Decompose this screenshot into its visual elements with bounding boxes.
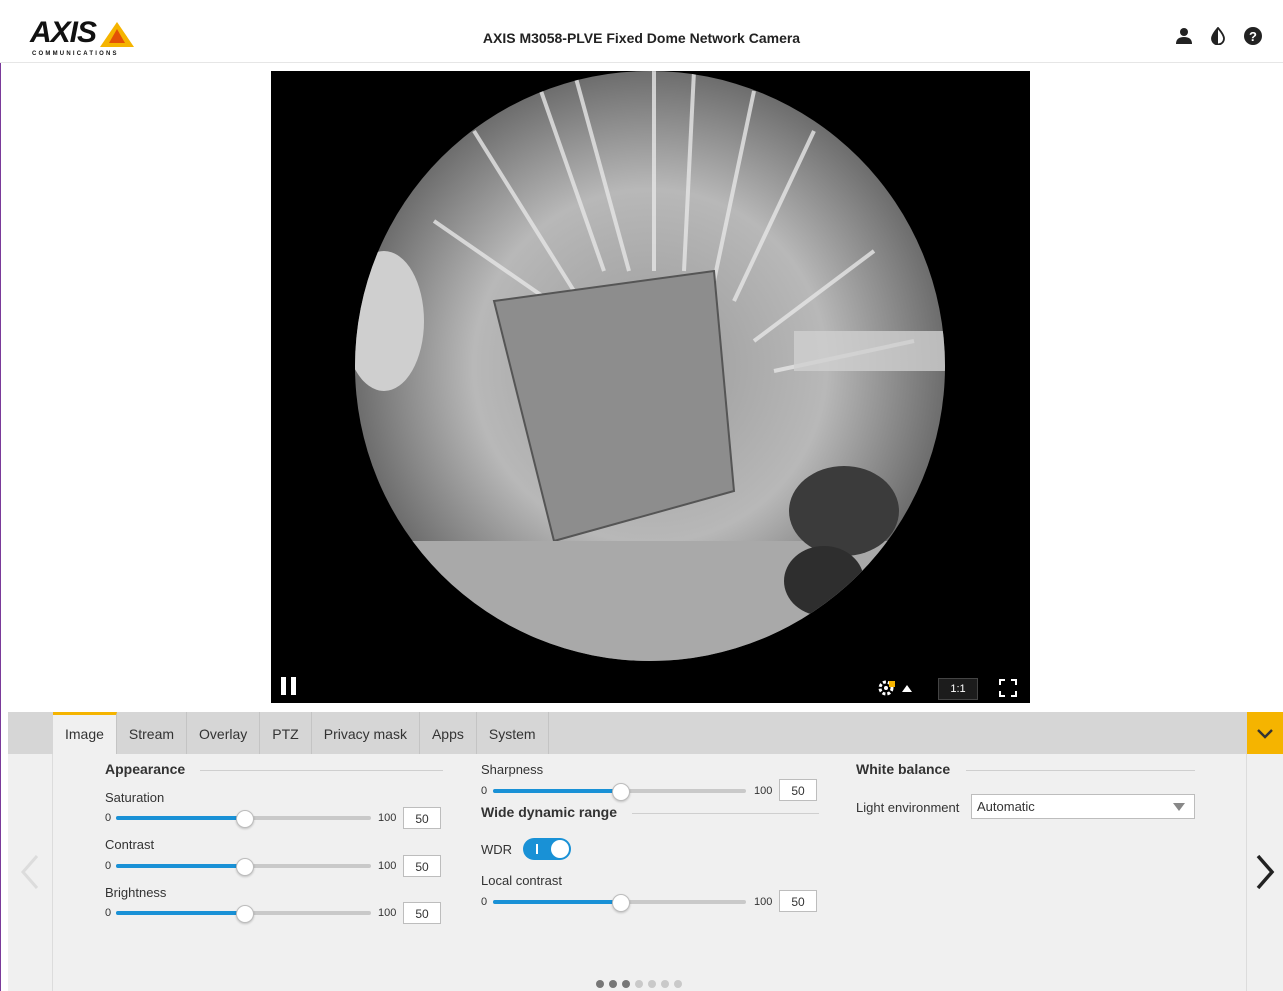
contrast-slider-handle[interactable] bbox=[235, 858, 254, 876]
light-environment-select[interactable]: Automatic bbox=[971, 794, 1195, 819]
ratio-button[interactable]: 1:1 bbox=[938, 678, 978, 700]
tab-privacy-mask[interactable]: Privacy mask bbox=[312, 712, 420, 754]
contrast-min: 0 bbox=[105, 860, 112, 872]
stream-settings-icon[interactable] bbox=[878, 680, 916, 696]
page-dot[interactable] bbox=[635, 980, 643, 988]
brightness-label: Brightness bbox=[105, 885, 167, 900]
local-contrast-slider-handle[interactable] bbox=[611, 894, 630, 912]
window-edge bbox=[0, 0, 1, 991]
brightness-min: 0 bbox=[105, 907, 112, 919]
page-dot[interactable] bbox=[609, 980, 617, 988]
page-title: AXIS M3058-PLVE Fixed Dome Network Camer… bbox=[482, 30, 801, 46]
divider bbox=[966, 770, 1195, 771]
saturation-slider-handle[interactable] bbox=[235, 810, 254, 828]
divider bbox=[632, 813, 819, 814]
white-balance-title: White balance bbox=[856, 761, 951, 777]
appearance-title: Appearance bbox=[105, 761, 186, 777]
sharpness-input[interactable]: 50 bbox=[779, 779, 817, 801]
local-contrast-min: 0 bbox=[481, 896, 488, 908]
local-contrast-label: Local contrast bbox=[481, 873, 562, 888]
tab-apps[interactable]: Apps bbox=[420, 712, 477, 754]
divider bbox=[200, 770, 443, 771]
header: AXIS COMMUNICATIONS AXIS M3058-PLVE Fixe… bbox=[0, 0, 1283, 63]
tab-overlay[interactable]: Overlay bbox=[187, 712, 261, 754]
sharpness-max: 100 bbox=[754, 785, 773, 797]
saturation-label: Saturation bbox=[105, 790, 165, 805]
page-dot[interactable] bbox=[596, 980, 604, 988]
page-dot[interactable] bbox=[622, 980, 630, 988]
page-indicator bbox=[596, 980, 682, 988]
brightness-max: 100 bbox=[378, 907, 397, 919]
logo-subtitle: COMMUNICATIONS bbox=[32, 51, 119, 57]
brightness-slider-handle[interactable] bbox=[235, 905, 254, 923]
chevron-down-icon bbox=[1257, 729, 1273, 739]
saturation-input[interactable]: 50 bbox=[403, 807, 441, 829]
page-dot[interactable] bbox=[648, 980, 656, 988]
chevron-left-icon bbox=[21, 855, 39, 889]
tab-ptz[interactable]: PTZ bbox=[260, 712, 312, 754]
page-dot[interactable] bbox=[661, 980, 669, 988]
pause-icon[interactable] bbox=[281, 677, 297, 695]
light-environment-value: Automatic bbox=[977, 799, 1035, 814]
settings-panel: Image Stream Overlay PTZ Privacy mask Apps Sys… bbox=[8, 712, 1283, 991]
video-view[interactable]: 1:1 bbox=[271, 71, 1030, 703]
previous-page-button[interactable] bbox=[8, 754, 53, 991]
fullscreen-icon[interactable] bbox=[999, 679, 1017, 697]
local-contrast-max: 100 bbox=[754, 896, 773, 908]
dropdown-arrow-icon bbox=[1173, 803, 1185, 811]
sharpness-slider-handle[interactable] bbox=[611, 783, 630, 801]
brightness-input[interactable]: 50 bbox=[403, 902, 441, 924]
light-environment-label: Light environment bbox=[856, 800, 960, 815]
tab-bar: Image Stream Overlay PTZ Privacy mask Apps Sys… bbox=[8, 712, 1283, 754]
collapse-panel-button[interactable] bbox=[1247, 712, 1283, 754]
wdr-toggle[interactable] bbox=[523, 838, 571, 860]
contrast-max: 100 bbox=[378, 860, 397, 872]
saturation-min: 0 bbox=[105, 812, 112, 824]
chevron-right-icon bbox=[1256, 854, 1275, 890]
saturation-max: 100 bbox=[378, 812, 397, 824]
help-icon[interactable]: ? bbox=[1243, 26, 1263, 46]
contrast-input[interactable]: 50 bbox=[403, 855, 441, 877]
live-video-feed bbox=[355, 71, 945, 661]
next-page-button[interactable] bbox=[1246, 754, 1283, 991]
tab-image[interactable]: Image bbox=[53, 712, 117, 754]
local-contrast-input[interactable]: 50 bbox=[779, 890, 817, 912]
svg-text:?: ? bbox=[1249, 29, 1257, 44]
sharpness-min: 0 bbox=[481, 785, 488, 797]
tab-system[interactable]: System bbox=[477, 712, 549, 754]
page-dot[interactable] bbox=[674, 980, 682, 988]
wdr-section-title: Wide dynamic range bbox=[481, 804, 618, 820]
tab-stream[interactable]: Stream bbox=[117, 712, 188, 754]
user-icon[interactable] bbox=[1175, 27, 1193, 45]
contrast-label: Contrast bbox=[105, 837, 155, 852]
sharpness-label: Sharpness bbox=[481, 762, 544, 777]
contrast-icon[interactable] bbox=[1209, 27, 1227, 45]
wdr-label: WDR bbox=[481, 842, 513, 857]
